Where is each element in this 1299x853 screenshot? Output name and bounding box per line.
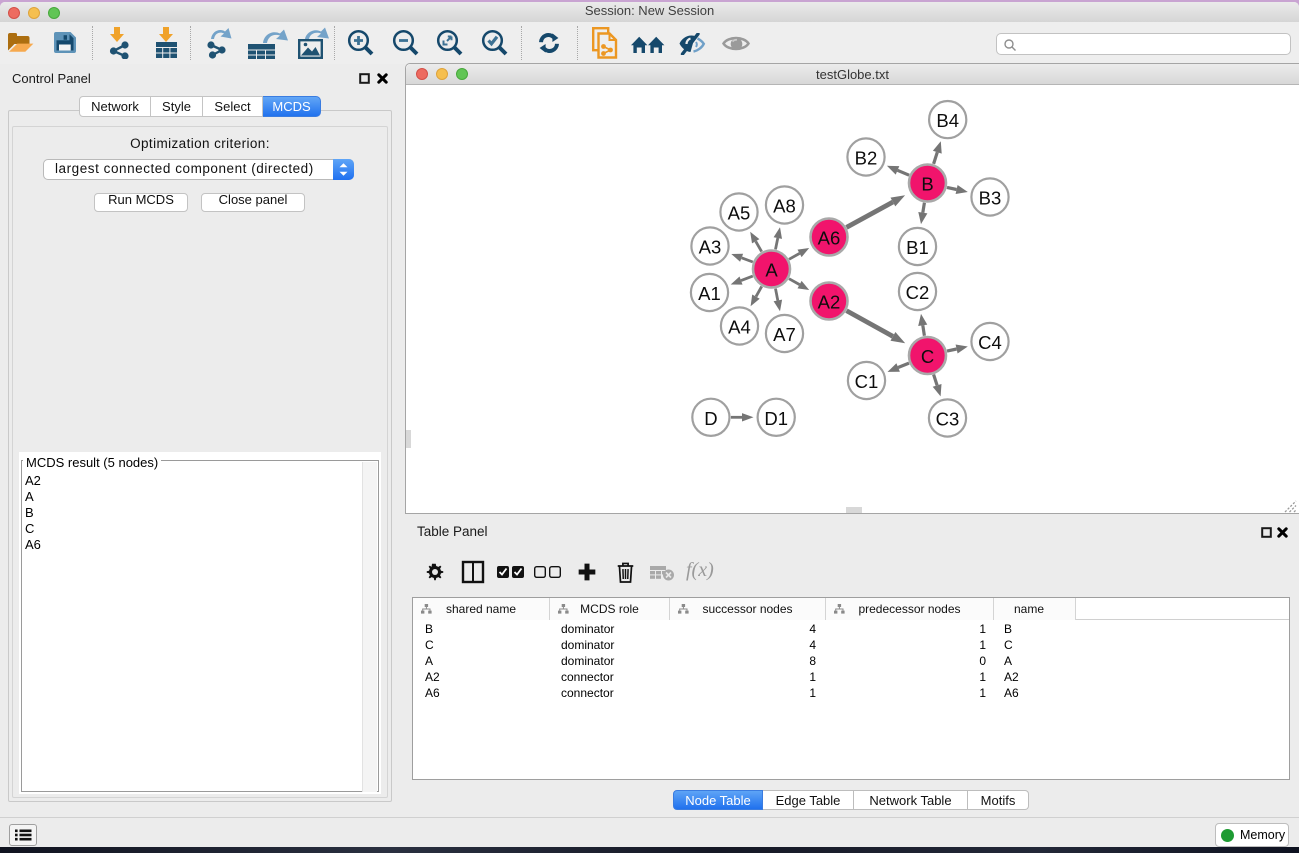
svg-text:A3: A3 (699, 237, 722, 258)
svg-text:C4: C4 (978, 332, 1002, 353)
svg-text:A2: A2 (818, 292, 841, 313)
svg-text:A1: A1 (698, 283, 721, 304)
svg-text:C1: C1 (855, 371, 879, 392)
svg-text:B4: B4 (936, 110, 959, 131)
svg-text:D1: D1 (764, 408, 788, 429)
svg-text:D: D (704, 408, 717, 429)
svg-text:A7: A7 (773, 324, 796, 345)
svg-text:B1: B1 (906, 237, 929, 258)
svg-text:C: C (921, 346, 934, 367)
svg-text:A8: A8 (773, 196, 796, 217)
svg-text:B3: B3 (979, 188, 1002, 209)
svg-text:A6: A6 (818, 228, 841, 249)
svg-text:A: A (765, 260, 778, 281)
svg-text:C2: C2 (906, 282, 930, 303)
svg-text:A5: A5 (728, 203, 751, 224)
svg-text:C3: C3 (936, 409, 960, 430)
svg-text:A4: A4 (728, 317, 751, 338)
svg-text:B2: B2 (855, 148, 878, 169)
svg-text:B: B (921, 174, 933, 195)
